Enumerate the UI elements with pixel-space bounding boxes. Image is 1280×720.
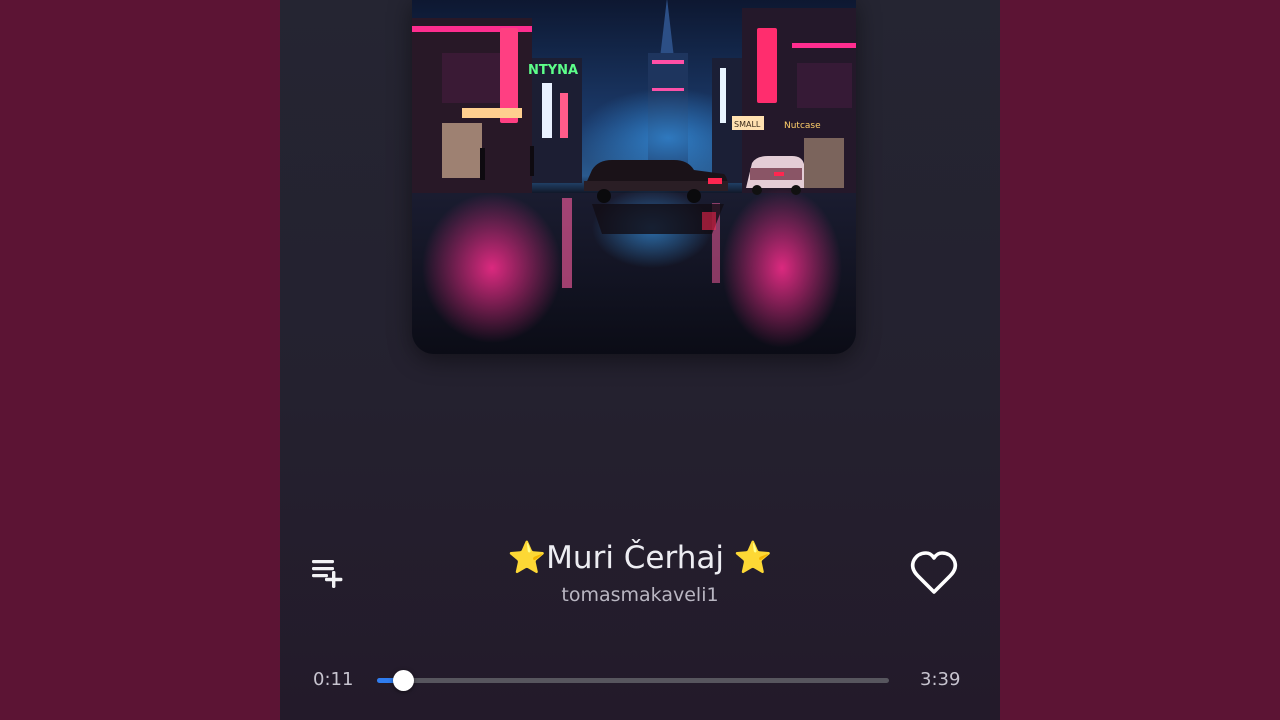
track-artist[interactable]: tomasmakaveli1 xyxy=(460,582,820,608)
track-title: ⭐Muri Čerhaj ⭐ xyxy=(507,540,773,576)
seek-thumb[interactable] xyxy=(392,670,414,691)
screen: NTYNA SMALL Nutcase ⭐Muri Čerhaj ⭐ tomas… xyxy=(0,0,1280,720)
album-sign-right: Nutcase xyxy=(784,121,821,131)
elapsed-time: 0:11 xyxy=(313,669,354,690)
queue-add-icon xyxy=(312,560,343,588)
seek-bar[interactable] xyxy=(377,670,889,691)
album-sign-left: NTYNA xyxy=(528,63,578,78)
music-player: NTYNA SMALL Nutcase ⭐Muri Čerhaj ⭐ tomas… xyxy=(280,0,1000,720)
album-sign-center: SMALL xyxy=(734,120,761,129)
album-art-image: NTYNA SMALL Nutcase xyxy=(412,0,856,354)
add-to-queue-button[interactable] xyxy=(308,552,356,594)
album-art: NTYNA SMALL Nutcase xyxy=(412,0,856,354)
like-button[interactable] xyxy=(906,548,962,600)
heart-outline-icon xyxy=(910,551,958,594)
total-duration: 3:39 xyxy=(920,669,961,690)
